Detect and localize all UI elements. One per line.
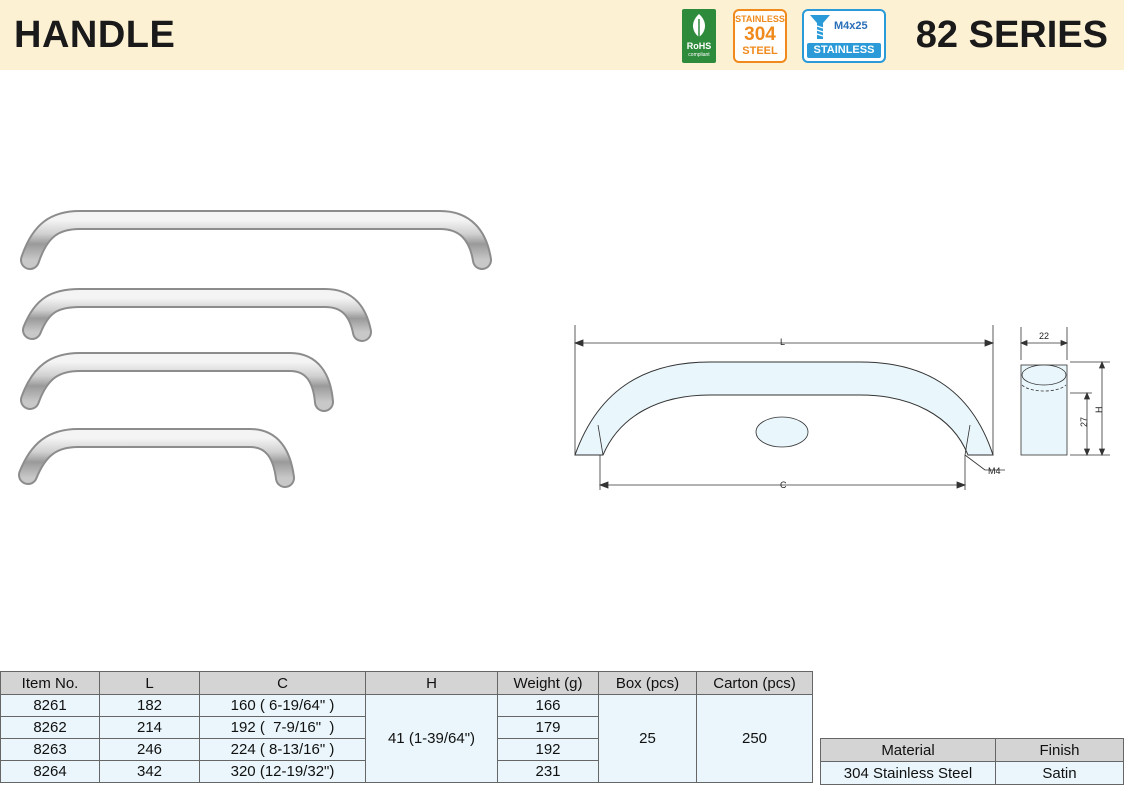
cell-weight: 166 [497,694,599,717]
rohs-badge: RoHS compliant [682,9,716,63]
spec-table: Item No. L C H Weight (g) Box (pcs) Cart… [0,671,813,783]
cell-c: 192 ( 7-9/16" ) [199,716,366,739]
cell-h: 41 (1-39/64") [365,694,498,783]
cell-material: 304 Stainless Steel [820,761,996,785]
cell-c: 320 (12-19/32") [199,760,366,783]
header-carton: Carton (pcs) [696,671,813,695]
cell-c: 160 ( 6-19/64" ) [199,694,366,717]
stainless-bottom-text: STEEL [742,45,778,57]
header-material: Material [820,738,996,762]
material-header-row: Material Finish [820,738,1124,762]
stainless-304-badge: STAINLESS 304 STEEL [733,9,787,63]
cell-finish: Satin [995,761,1124,785]
cell-l: 214 [99,716,200,739]
cell-weight: 192 [497,738,599,761]
header-finish: Finish [995,738,1124,762]
cell-weight: 179 [497,716,599,739]
page-title: HANDLE [14,14,176,56]
cell-box: 25 [598,694,697,783]
dim-label-22: 22 [1039,331,1049,341]
cell-item: 8262 [0,716,100,739]
cell-l: 182 [99,694,200,717]
series-title: 82 SERIES [915,14,1108,56]
cell-l: 342 [99,760,200,783]
material-table: Material Finish 304 Stainless Steel Sati… [820,738,1124,785]
header-l: L [99,671,200,695]
cell-item: 8261 [0,694,100,717]
screw-icon [810,15,830,39]
dim-label-27: 27 [1079,417,1089,427]
cell-c: 224 ( 8-13/16" ) [199,738,366,761]
cell-weight: 231 [497,760,599,783]
cell-l: 246 [99,738,200,761]
header-weight: Weight (g) [497,671,599,695]
rohs-sub: compliant [688,52,710,58]
cell-item: 8263 [0,738,100,761]
rohs-label: RoHS [686,41,712,51]
table-row: 8261 182 160 ( 6-19/64" ) 41 (1-39/64") … [0,694,813,783]
header-c: C [199,671,366,695]
header-item-no: Item No. [0,671,100,695]
dim-label-m4: M4 [988,466,1001,476]
technical-drawing: L C M4 22 27 H [573,325,1110,490]
stainless-grade-text: 304 [744,24,776,45]
header-bar: HANDLE RoHS compliant STAINLESS 304 STEE… [0,0,1124,70]
screw-size: M4x25 [834,20,868,32]
header-box: Box (pcs) [598,671,697,695]
dim-label-l: L [780,337,785,347]
handles-product-image [18,210,492,488]
cell-item: 8264 [0,760,100,783]
spec-header-row: Item No. L C H Weight (g) Box (pcs) Cart… [0,671,813,695]
cell-carton: 250 [696,694,813,783]
dim-label-c: C [780,480,787,490]
screw-material: STAINLESS [807,43,881,58]
leaf-icon [693,14,705,37]
screw-badge: M4x25 STAINLESS [802,9,886,63]
material-row: 304 Stainless Steel Satin [820,761,1124,785]
header-h: H [365,671,498,695]
dim-label-h: H [1094,407,1104,414]
stainless-top-text: STAINLESS [735,14,785,24]
